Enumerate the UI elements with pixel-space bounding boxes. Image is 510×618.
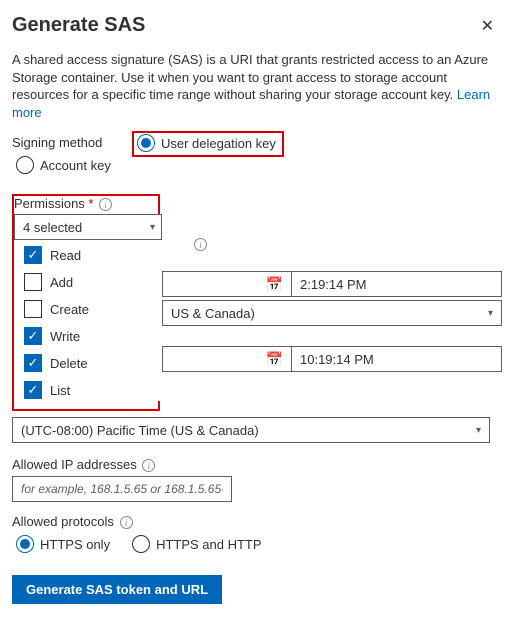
- protocol-https-and-http-radio[interactable]: HTTPS and HTTP: [128, 533, 265, 555]
- permissions-selected-text: 4 selected: [23, 220, 82, 235]
- panel-title: Generate SAS: [12, 14, 145, 37]
- info-icon[interactable]: i: [120, 516, 133, 529]
- permission-option-label: Write: [50, 329, 80, 344]
- checkbox-icon: ✓: [24, 327, 42, 345]
- start-timezone-select[interactable]: US & Canada) ▾: [162, 300, 502, 326]
- protocol-https-only-radio[interactable]: HTTPS only: [12, 533, 114, 555]
- description: A shared access signature (SAS) is a URI…: [12, 51, 498, 121]
- close-icon[interactable]: ✕: [477, 14, 498, 38]
- signing-account-key-label: Account key: [40, 158, 111, 173]
- info-icon[interactable]: i: [99, 198, 112, 211]
- checkbox-icon: ✓: [24, 246, 42, 264]
- checkbox-icon: ✓: [24, 354, 42, 372]
- info-icon[interactable]: i: [142, 459, 155, 472]
- permissions-highlight: Permissions * i 4 selected ▾ ✓ Read Add …: [12, 194, 160, 411]
- permission-option-label: Read: [50, 248, 81, 263]
- allowed-ip-input[interactable]: [12, 476, 232, 502]
- permissions-label: Permissions: [14, 196, 85, 211]
- signing-account-key-radio[interactable]: Account key: [12, 154, 115, 176]
- permission-option-label: Delete: [50, 356, 88, 371]
- permission-option-create[interactable]: Create: [14, 300, 162, 318]
- chevron-down-icon: ▾: [488, 308, 493, 319]
- checkbox-icon: [24, 300, 42, 318]
- permission-option-read[interactable]: ✓ Read: [14, 246, 162, 264]
- permissions-dropdown: ✓ Read Add Create ✓ Write ✓ Delete ✓ Lis: [14, 240, 162, 401]
- permission-option-label: Add: [50, 275, 73, 290]
- permission-option-write[interactable]: ✓ Write: [14, 327, 162, 345]
- description-text: A shared access signature (SAS) is a URI…: [12, 52, 488, 102]
- permission-option-add[interactable]: Add: [14, 273, 162, 291]
- protocol-https-only-label: HTTPS only: [40, 537, 110, 552]
- start-datetime-row: 📅 2:19:14 PM: [162, 271, 502, 297]
- permission-option-label: Create: [50, 302, 89, 317]
- end-datetime-row: 📅 10:19:14 PM: [162, 346, 502, 372]
- signing-user-delegation-radio[interactable]: User delegation key: [132, 131, 284, 157]
- permission-option-delete[interactable]: ✓ Delete: [14, 354, 162, 372]
- required-asterisk: *: [88, 196, 93, 211]
- checkbox-icon: ✓: [24, 381, 42, 399]
- start-time-input[interactable]: 2:19:14 PM: [292, 271, 502, 297]
- start-time-value: 2:19:14 PM: [300, 277, 367, 292]
- start-timezone-value: US & Canada): [171, 306, 255, 321]
- info-icon[interactable]: i: [194, 238, 207, 251]
- permission-option-list[interactable]: ✓ List: [14, 381, 162, 399]
- end-timezone-value: (UTC-08:00) Pacific Time (US & Canada): [21, 423, 259, 438]
- chevron-down-icon: ▾: [476, 425, 481, 436]
- signing-user-delegation-label: User delegation key: [161, 136, 276, 151]
- end-time-value: 10:19:14 PM: [300, 352, 374, 367]
- checkbox-icon: [24, 273, 42, 291]
- calendar-icon: 📅: [266, 351, 283, 368]
- permissions-select[interactable]: 4 selected ▾: [14, 214, 162, 240]
- allowed-protocols-label: Allowed protocols: [12, 514, 114, 529]
- allowed-ip-label: Allowed IP addresses: [12, 457, 137, 472]
- end-timezone-select[interactable]: (UTC-08:00) Pacific Time (US & Canada) ▾: [12, 417, 490, 443]
- permission-option-label: List: [50, 383, 70, 398]
- chevron-down-icon: ▾: [150, 222, 155, 233]
- generate-sas-button[interactable]: Generate SAS token and URL: [12, 575, 222, 604]
- start-date-input[interactable]: 📅: [162, 271, 292, 297]
- protocol-https-and-http-label: HTTPS and HTTP: [156, 537, 261, 552]
- end-time-input[interactable]: 10:19:14 PM: [292, 346, 502, 372]
- calendar-icon: 📅: [266, 276, 283, 293]
- end-date-input[interactable]: 📅: [162, 346, 292, 372]
